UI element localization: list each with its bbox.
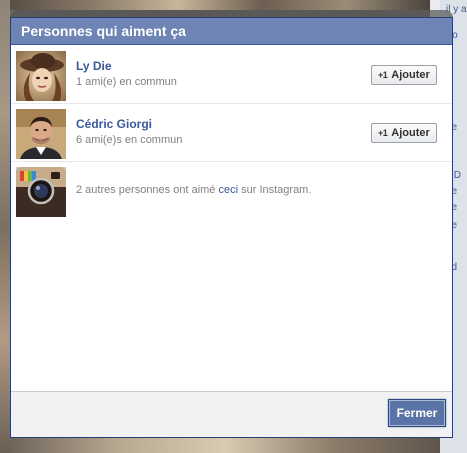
add-friend-icon: +1	[378, 70, 388, 80]
others-text-before: 2 autres personnes ont aimé	[76, 184, 219, 196]
instagram-link[interactable]: ceci	[218, 184, 238, 196]
add-friend-icon: +1	[378, 128, 388, 138]
close-button[interactable]: Fermer	[388, 399, 446, 427]
mutual-friends[interactable]: 1 ami(e) en commun	[76, 76, 177, 88]
dialog-body: Personnes qui aiment ça Ly Die 1 ami(e) …	[10, 17, 453, 438]
add-friend-button[interactable]: +1 Ajouter	[371, 65, 437, 85]
backdrop-photo-left	[0, 0, 10, 453]
people-list: Ly Die 1 ami(e) en commun +1 Ajouter Céd…	[11, 46, 452, 218]
others-liked-text: 2 autres personnes ont aimé ceci sur Ins…	[76, 184, 311, 196]
list-item: Cédric Giorgi 6 ami(e)s en commun +1 Ajo…	[11, 104, 452, 162]
add-friend-label: Ajouter	[391, 127, 430, 139]
avatar[interactable]	[16, 109, 66, 159]
add-friend-label: Ajouter	[391, 69, 430, 81]
list-item: Ly Die 1 ami(e) en commun +1 Ajouter	[11, 46, 452, 104]
others-text-after: sur Instagram.	[238, 184, 312, 196]
dialog-title: Personnes qui aiment ça	[11, 18, 452, 45]
backdrop-photo-bottom	[10, 438, 440, 453]
add-friend-button[interactable]: +1 Ajouter	[371, 123, 437, 143]
person-name[interactable]: Cédric Giorgi	[76, 117, 152, 131]
mutual-friends[interactable]: 6 ami(e)s en commun	[76, 134, 182, 146]
backdrop-photo-top	[10, 0, 430, 10]
avatar[interactable]	[16, 51, 66, 101]
person-name[interactable]: Ly Die	[76, 59, 112, 73]
instagram-icon	[16, 167, 66, 217]
list-item: 2 autres personnes ont aimé ceci sur Ins…	[11, 162, 452, 218]
likes-dialog: Personnes qui aiment ça Ly Die 1 ami(e) …	[10, 10, 453, 438]
dialog-footer: Fermer	[11, 391, 452, 437]
